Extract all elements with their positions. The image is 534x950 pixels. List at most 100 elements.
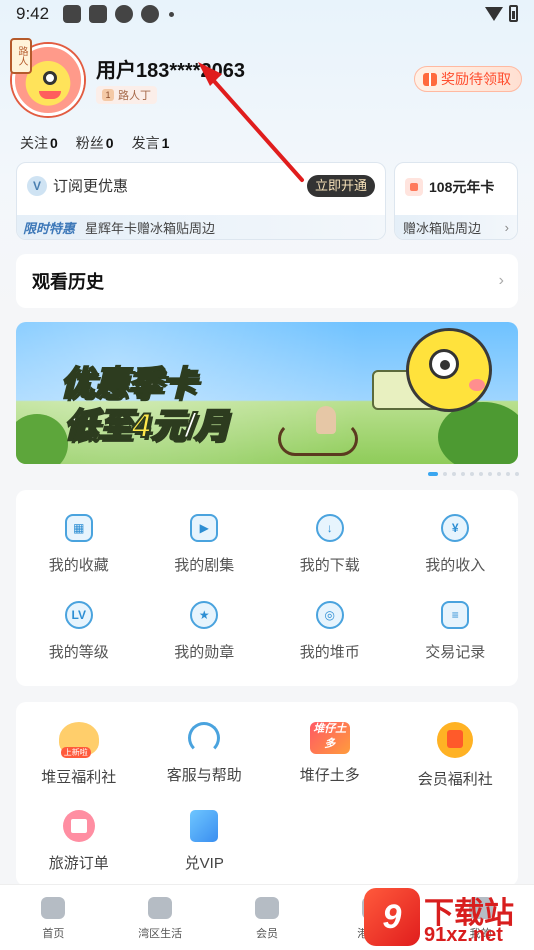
carousel-dot[interactable] — [479, 472, 483, 476]
grid-item-label: 客服与帮助 — [166, 767, 242, 784]
notification-icon — [89, 5, 108, 23]
grid-item-label: 旅游订单 — [48, 855, 109, 872]
grid-item-income[interactable]: ¥ 我的收入 — [393, 490, 519, 577]
grid-item-customer-service[interactable]: 客服与帮助 — [142, 702, 268, 790]
vip-icon — [254, 897, 279, 919]
year-card-desc: 赠冰箱贴周边 — [403, 220, 482, 236]
gift-icon — [423, 72, 437, 86]
stat-followers[interactable]: 粉丝 0 — [76, 133, 114, 153]
stat-posts[interactable]: 发言 1 — [132, 133, 170, 153]
member-welfare-icon — [437, 722, 474, 758]
banner-mascot — [406, 328, 492, 412]
headset-icon — [188, 722, 221, 754]
carousel-dot[interactable] — [488, 472, 492, 476]
more-notifications-icon — [169, 11, 175, 17]
chevron-right-icon: › — [504, 219, 509, 235]
app-notification-icon — [141, 5, 160, 23]
carousel-dot-active[interactable] — [428, 472, 438, 476]
banner-rider-illustration — [316, 406, 336, 434]
banner-subheadline: 低至4元/月 — [63, 398, 229, 447]
grid-item-transactions[interactable]: ≡ 交易记录 — [393, 577, 519, 664]
status-bar: 9:42 — [0, 0, 534, 28]
vip-card-title: 订阅更优惠 — [53, 178, 129, 195]
grid-item-duizai-tuduo[interactable]: 堆仔土多 堆仔土多 — [267, 702, 393, 790]
grid-item-bean-welfare[interactable]: 堆豆福利社 — [16, 702, 142, 790]
limited-offer-desc: 星辉年卡赠冰箱贴周边 — [85, 220, 216, 236]
bean-welfare-icon — [58, 722, 99, 758]
watermark-logo: 9 — [364, 888, 420, 946]
tv-icon: ▶ — [190, 514, 219, 542]
vip-subscription-card[interactable]: V 订阅更优惠 立即开通 限时特惠 星辉年卡赠冰箱贴周边 — [16, 162, 386, 240]
status-time: 9:42 — [16, 4, 50, 23]
services-card: 堆豆福利社 客服与帮助 堆仔土多 堆仔土多 会员福利社 旅游订单 兑VIP — [16, 702, 518, 886]
grid-item-label: 堆豆福利社 — [41, 769, 117, 786]
travel-order-icon — [62, 810, 95, 842]
watch-history[interactable]: 观看历史 › — [16, 254, 518, 308]
carousel-dot[interactable] — [452, 472, 456, 476]
grid-item-label: 我的下载 — [299, 557, 360, 574]
banner-price-prefix: 低至 — [63, 406, 133, 446]
grid-item-downloads[interactable]: ↓ 我的下载 — [267, 490, 393, 577]
grid-item-favorites[interactable]: ▦ 我的收藏 — [16, 490, 142, 577]
grid-item-travel-orders[interactable]: 旅游订单 — [16, 790, 142, 878]
grid-item-series[interactable]: ▶ 我的剧集 — [142, 490, 268, 577]
grid-item-label: 我的收入 — [425, 557, 486, 574]
open-vip-button[interactable]: 立即开通 — [306, 175, 375, 197]
carousel-dot[interactable] — [506, 472, 510, 476]
tab-bay-life[interactable]: 湾区生活 — [107, 885, 214, 950]
year-card[interactable]: 108元年卡 赠冰箱贴周边 › — [394, 162, 518, 240]
tab-member[interactable]: 会员 — [214, 885, 321, 950]
reward-label: 奖励待领取 — [441, 71, 511, 87]
avatar-title-badge: 路人 — [10, 38, 32, 74]
notification-icon — [63, 5, 82, 23]
grid-item-redeem-vip[interactable]: 兑VIP — [142, 790, 268, 878]
tab-home[interactable]: 首页 — [0, 885, 107, 950]
profile-header: 路人 用户183****2063 1 路人丁 奖励待领取 — [10, 38, 522, 124]
wifi-icon — [485, 6, 503, 21]
mascot-cheek — [469, 379, 485, 391]
grid-item-label: 我的收藏 — [48, 557, 109, 574]
carousel-dot[interactable] — [515, 472, 519, 476]
grid-item-level[interactable]: LV 我的等级 — [16, 577, 142, 664]
grid-item-label: 交易记录 — [425, 644, 486, 661]
grid-item-label: 我的勋章 — [174, 644, 235, 661]
carousel-dot[interactable] — [461, 472, 465, 476]
reward-button[interactable]: 奖励待领取 — [414, 66, 522, 92]
banner-price: 4元 — [131, 406, 186, 446]
stat-following[interactable]: 关注 0 — [20, 133, 58, 153]
lv-icon: LV — [64, 601, 93, 629]
grid-item-label: 我的堆币 — [299, 644, 360, 661]
watermark-url: 91xz.net — [424, 924, 503, 946]
grid-item-label: 会员福利社 — [417, 771, 493, 788]
carousel-indicator — [428, 472, 519, 476]
grid-item-label: 堆仔土多 — [299, 767, 360, 784]
app-notification-icon — [115, 5, 134, 23]
carousel-dot[interactable] — [470, 472, 474, 476]
grid-item-coins[interactable]: ◎ 我的堆币 — [267, 577, 393, 664]
yen-icon: ¥ — [441, 514, 470, 542]
site-watermark: 9 下载站 91xz.net — [364, 888, 534, 950]
stats-row: 关注 0 粉丝 0 发言 1 — [20, 133, 169, 153]
tab-label: 湾区生活 — [138, 928, 183, 940]
duizai-shop-icon: 堆仔土多 — [309, 722, 350, 754]
download-icon: ↓ — [315, 514, 344, 542]
limited-offer-label: 限时特惠 — [23, 220, 76, 236]
tab-label: 首页 — [42, 928, 65, 940]
vip-redeem-icon — [190, 810, 219, 842]
ticket-icon — [405, 178, 423, 196]
mascot-eye — [429, 349, 459, 379]
level-tag[interactable]: 1 路人丁 — [96, 86, 157, 104]
vip-icon: V — [27, 175, 47, 196]
film-icon: ▦ — [64, 514, 93, 542]
medal-icon: ★ — [190, 601, 219, 629]
promo-banner[interactable]: 优惠季卡 低至4元/月 — [16, 322, 518, 464]
username[interactable]: 用户183****2063 — [96, 54, 245, 83]
carousel-dot[interactable] — [497, 472, 501, 476]
chevron-right-icon: › — [498, 272, 504, 289]
carousel-dot[interactable] — [443, 472, 447, 476]
grid-item-member-welfare[interactable]: 会员福利社 — [393, 702, 519, 790]
grid-item-medals[interactable]: ★ 我的勋章 — [142, 577, 268, 664]
grid-item-label: 兑VIP — [184, 855, 224, 872]
tab-label: 会员 — [255, 928, 278, 940]
my-functions-card: ▦ 我的收藏 ▶ 我的剧集 ↓ 我的下载 ¥ 我的收入 LV 我的等级 ★ 我的… — [16, 490, 518, 686]
